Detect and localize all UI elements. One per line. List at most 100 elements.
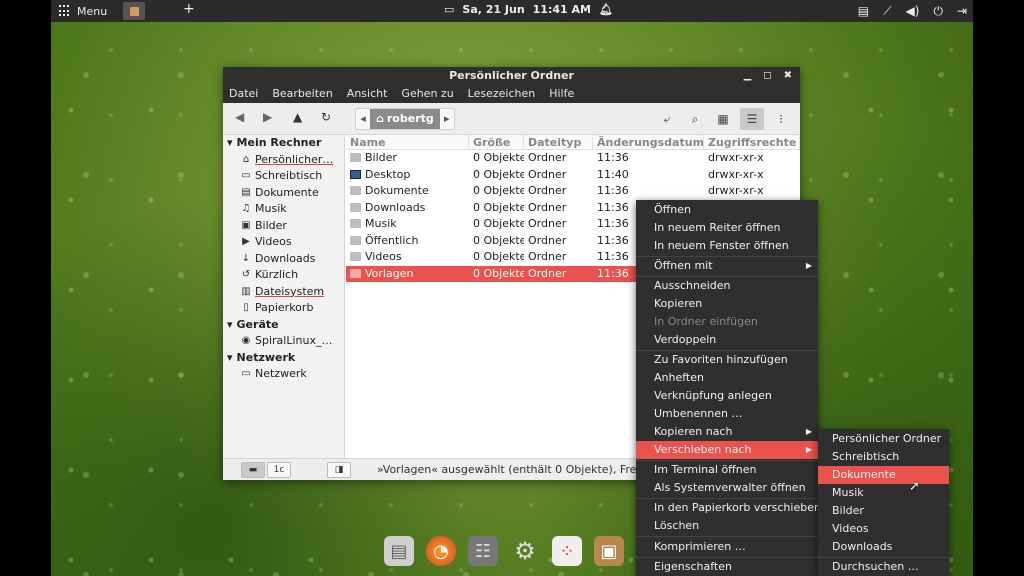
menu-ansicht[interactable]: Ansicht — [347, 84, 388, 103]
sidebar-item-downloads[interactable]: ↓ Downloads — [223, 251, 344, 268]
sidebar-item-network[interactable]: ▭ Netzwerk — [223, 366, 344, 383]
menu-item-open-as-root[interactable]: Als Systemverwalter öffnen — [636, 479, 818, 497]
sidebar-section-devices[interactable]: ▾ Geräte — [223, 317, 344, 334]
menu-button[interactable]: Menu — [55, 2, 111, 20]
menu-item-copy[interactable]: Kopieren — [636, 295, 818, 313]
software-center-icon[interactable]: ⁘ — [552, 536, 582, 566]
table-row[interactable]: Bilder 0 Objekte Ordner 11:36 drwxr-xr-x — [346, 150, 800, 167]
file-type: Ordner — [528, 250, 567, 263]
icon-view-icon[interactable]: ▦ — [711, 108, 735, 130]
power-icon[interactable]: ⏻ — [933, 4, 943, 19]
settings-gear-icon[interactable]: ⚙ — [510, 536, 540, 566]
video-icon: ▶ — [242, 236, 250, 247]
minimize-icon[interactable]: ▁ — [744, 67, 752, 84]
close-icon[interactable]: ✖ — [784, 67, 792, 84]
back-icon[interactable]: ◀ — [235, 110, 244, 124]
up-icon[interactable]: ▲ — [293, 110, 302, 124]
toggle-location-icon[interactable]: ⤶ — [655, 108, 679, 130]
menu-item-move-to[interactable]: Verschieben nach ▶ — [636, 441, 818, 459]
menu-item-copy-to[interactable]: Kopieren nach ▶ — [636, 423, 818, 441]
sidebar-section-computer[interactable]: ▾ Mein Rechner — [223, 135, 344, 152]
sidebar-item-music[interactable]: ♫ Musik — [223, 201, 344, 218]
add-workspace-icon[interactable]: + — [183, 1, 195, 17]
mixer-icon[interactable]: ☷ — [468, 536, 498, 566]
menu-item-open-tab[interactable]: In neuem Reiter öffnen — [636, 219, 818, 237]
logout-icon[interactable]: ⇥ — [957, 4, 967, 18]
submenu-item-desktop[interactable]: Schreibtisch — [818, 448, 949, 466]
column-permissions[interactable]: Zugriffsrechte — [704, 135, 800, 149]
submenu-item-home[interactable]: Persönlicher Ordner — [818, 430, 949, 448]
menu-item-properties[interactable]: Eigenschaften — [636, 558, 818, 576]
sidebar-item-trash[interactable]: ▯ Papierkorb — [223, 300, 344, 317]
menu-item-compress[interactable]: Komprimieren … — [636, 538, 818, 556]
sidebar-item-documents[interactable]: ▤ Dokumente — [223, 185, 344, 202]
file-cabinet-icon[interactable]: ▤ — [384, 536, 414, 566]
menu-lesezeichen[interactable]: Lesezeichen — [468, 84, 536, 103]
compact-view-icon[interactable]: ⁝ — [769, 108, 793, 130]
menu-item-label: Verschieben nach — [654, 443, 752, 456]
sidebar-item-desktop[interactable]: ▭ Schreibtisch — [223, 168, 344, 185]
column-size[interactable]: Größe — [469, 135, 524, 149]
column-name[interactable]: Name — [346, 135, 469, 149]
search-icon[interactable]: ⌕ — [683, 108, 707, 130]
submenu-item-music[interactable]: Musik — [818, 484, 949, 502]
forward-icon[interactable]: ▶ — [263, 110, 272, 124]
path-segment-home[interactable]: ⌂ robertg — [370, 109, 440, 129]
submenu-item-documents[interactable]: Dokumente — [818, 466, 949, 484]
file-type: Ordner — [528, 233, 567, 247]
menu-datei[interactable]: Datei — [229, 84, 258, 103]
sidebar-item-spirallinux[interactable]: ◉ SpiralLinux_… — [223, 333, 344, 350]
column-date[interactable]: Änderungsdatum — [593, 135, 704, 149]
sidebar-item-videos[interactable]: ▶ Videos — [223, 234, 344, 251]
list-view-icon[interactable]: ☰ — [740, 108, 764, 130]
menu-hilfe[interactable]: Hilfe — [549, 84, 574, 103]
menu-item-rename[interactable]: Umbenennen … — [636, 405, 818, 423]
clock[interactable]: ▭ Sa, 21 Jun 11:41 AM 🔔︎ — [444, 3, 613, 16]
table-row[interactable]: Desktop 0 Objekte Ordner 11:40 drwxr-xr-x — [346, 167, 800, 184]
window-titlebar[interactable]: Persönlicher Ordner ▁ ◻ ✖ — [223, 67, 800, 84]
volume-icon[interactable]: ◀) — [906, 4, 920, 18]
sidebar-item-pictures[interactable]: ▣ Bilder — [223, 218, 344, 235]
menu-item-pin[interactable]: Anheften — [636, 369, 818, 387]
reload-icon[interactable]: ↻ — [321, 110, 331, 124]
menu-item-make-link[interactable]: Verknüpfung anlegen — [636, 387, 818, 405]
sidebar-item-label: SpiralLinux_… — [255, 334, 333, 347]
column-type[interactable]: Dateityp — [524, 135, 593, 149]
file-name-label: Öffentlich — [365, 233, 419, 247]
menu-item-cut[interactable]: Ausschneiden — [636, 277, 818, 295]
sidebar-item-filesystem[interactable]: ▥ Dateisystem — [223, 284, 344, 301]
file-type: Ordner — [528, 151, 567, 164]
menu-item-add-favorites[interactable]: Zu Favoriten hinzufügen — [636, 351, 818, 369]
menu-item-open-terminal[interactable]: Im Terminal öffnen — [636, 461, 818, 479]
show-places-icon[interactable]: ▬ — [241, 462, 265, 478]
path-left-arrow-icon[interactable]: ◂ — [356, 109, 370, 129]
taskbar-file-manager[interactable] — [123, 2, 145, 20]
menu-item-move-to-trash[interactable]: In den Papierkorb verschieben — [636, 499, 821, 517]
menu-item-duplicate[interactable]: Verdoppeln — [636, 331, 818, 349]
menu-item-open-with[interactable]: Öffnen mit ▶ — [636, 257, 818, 275]
submenu-item-browse[interactable]: Durchsuchen … — [818, 558, 949, 576]
show-tree-button[interactable]: 1c — [267, 462, 291, 478]
trash-icon: ▯ — [243, 302, 249, 313]
path-right-arrow-icon[interactable]: ▸ — [440, 109, 454, 129]
sidebar-item-home[interactable]: ⌂ Persönlicher… — [223, 152, 344, 169]
menu-bearbeiten[interactable]: Bearbeiten — [272, 84, 332, 103]
clipboard-icon[interactable]: ▤ — [858, 4, 869, 18]
sidebar-item-recent[interactable]: ↺ Kürzlich — [223, 267, 344, 284]
firefox-icon[interactable]: ◔ — [426, 536, 456, 566]
toggle-sidebar-icon[interactable]: ◨ — [327, 462, 351, 478]
menu-item-open[interactable]: Öffnen — [636, 201, 818, 219]
submenu-item-downloads[interactable]: Downloads — [818, 538, 949, 556]
sidebar-section-network[interactable]: ▾ Netzwerk — [223, 350, 344, 367]
file-name-label: Musik — [365, 217, 397, 230]
menu-item-open-window[interactable]: In neuem Fenster öffnen — [636, 237, 818, 255]
sidebar-item-label: Papierkorb — [255, 301, 314, 314]
submenu-item-videos[interactable]: Videos — [818, 520, 949, 538]
network-wired-icon[interactable]: ⟋ — [883, 4, 891, 19]
maximize-icon[interactable]: ◻ — [763, 67, 771, 84]
menu-gehen-zu[interactable]: Gehen zu — [401, 84, 453, 103]
table-row[interactable]: Dokumente 0 Objekte Ordner 11:36 drwxr-xr-x — [346, 183, 800, 200]
menu-item-delete[interactable]: Löschen — [636, 517, 818, 535]
submenu-item-pictures[interactable]: Bilder — [818, 502, 949, 520]
package-installer-icon[interactable]: ▣ — [594, 536, 624, 566]
